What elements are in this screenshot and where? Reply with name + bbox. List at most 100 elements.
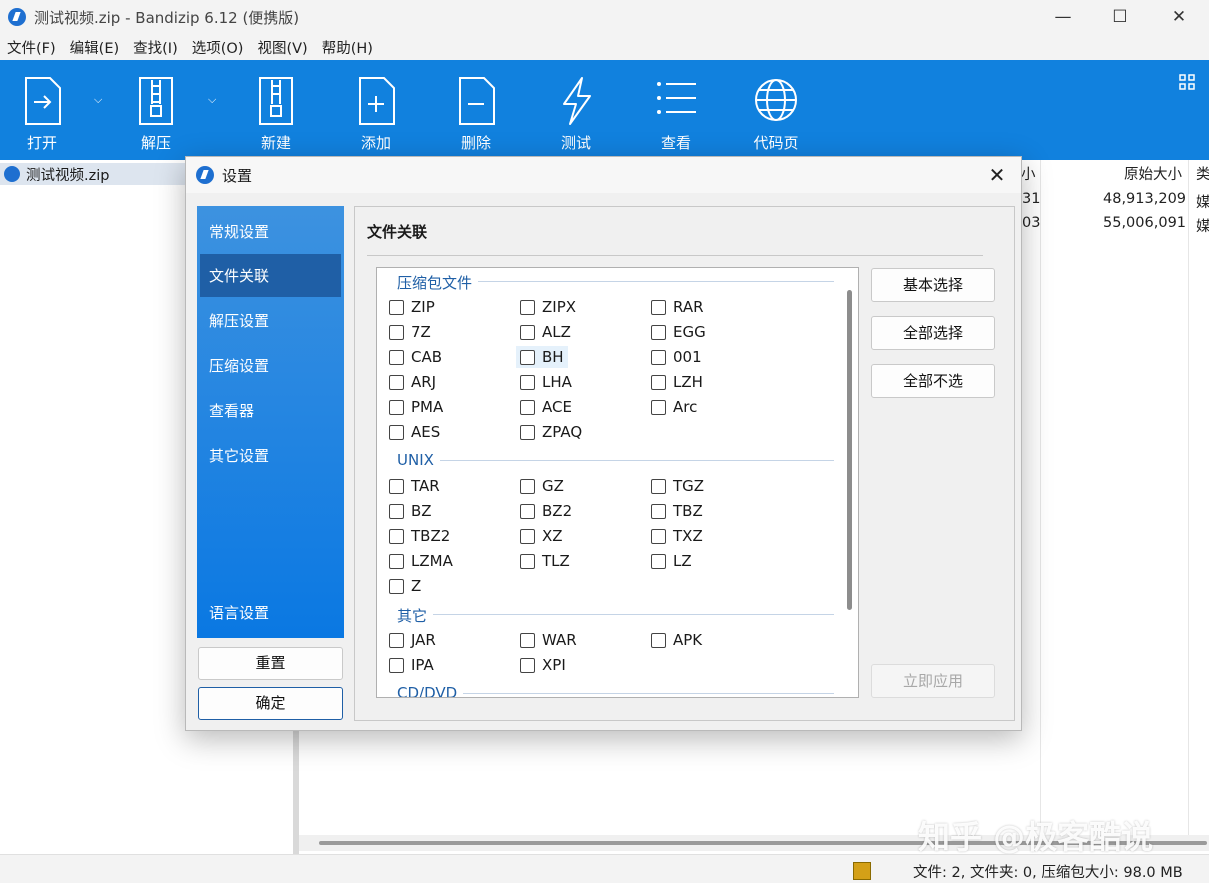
minimize-button[interactable]: — <box>1034 0 1092 34</box>
codepage-button[interactable]: 代码页 <box>736 60 816 160</box>
menu-view[interactable]: 视图(V) <box>250 37 314 58</box>
checkbox-box[interactable] <box>389 399 404 415</box>
add-button[interactable]: 添加 <box>336 60 416 160</box>
checkbox-arc[interactable]: Arc <box>651 396 697 418</box>
checkbox-tgz[interactable]: TGZ <box>651 475 704 497</box>
checkbox-box[interactable] <box>520 503 535 519</box>
checkbox-box[interactable] <box>389 503 404 519</box>
checkbox-rar[interactable]: RAR <box>651 296 704 318</box>
select-none-button[interactable]: 全部不选 <box>871 364 995 398</box>
select-all-button[interactable]: 全部选择 <box>871 316 995 350</box>
checkbox-box[interactable] <box>389 299 404 315</box>
checkbox-box[interactable] <box>520 324 535 340</box>
nav-compress[interactable]: 压缩设置 <box>200 344 341 387</box>
checkbox-box[interactable] <box>389 374 404 390</box>
open-button[interactable]: 打开 <box>2 60 82 160</box>
checkbox-egg[interactable]: EGG <box>651 321 706 343</box>
checkbox-box[interactable] <box>520 374 535 390</box>
checkbox-xz[interactable]: XZ <box>520 525 563 547</box>
checkbox-tlz[interactable]: TLZ <box>520 550 570 572</box>
checkbox-arj[interactable]: ARJ <box>389 371 436 393</box>
checkbox-cab[interactable]: CAB <box>389 346 442 368</box>
checkbox-box[interactable] <box>520 399 535 415</box>
nav-file-association[interactable]: 文件关联 <box>200 254 341 297</box>
nav-language[interactable]: 语言设置 <box>200 591 341 634</box>
layout-grid-icon[interactable] <box>1179 74 1195 90</box>
list-scrollbar[interactable] <box>847 290 852 610</box>
checkbox-zpaq[interactable]: ZPAQ <box>520 421 582 443</box>
checkbox-tbz[interactable]: TBZ <box>651 500 703 522</box>
menu-options[interactable]: 选项(O) <box>185 37 251 58</box>
checkbox-zip[interactable]: ZIP <box>389 296 435 318</box>
column-header-size[interactable]: 小 <box>1021 163 1036 187</box>
ok-button[interactable]: 确定 <box>198 687 343 720</box>
checkbox-pma[interactable]: PMA <box>389 396 443 418</box>
checkbox-lzma[interactable]: LZMA <box>389 550 453 572</box>
checkbox-z[interactable]: Z <box>389 575 421 597</box>
checkbox-lha[interactable]: LHA <box>520 371 572 393</box>
nav-viewer[interactable]: 查看器 <box>200 389 341 432</box>
checkbox-xpi[interactable]: XPI <box>520 654 566 676</box>
checkbox-box[interactable] <box>389 553 404 569</box>
checkbox-box[interactable] <box>389 657 404 673</box>
checkbox-box[interactable] <box>520 632 535 648</box>
checkbox-box[interactable] <box>651 503 666 519</box>
checkbox-box[interactable] <box>389 578 404 594</box>
column-header-original-size[interactable]: 原始大小 <box>1124 163 1182 187</box>
checkbox-tbz2[interactable]: TBZ2 <box>389 525 450 547</box>
checkbox-001[interactable]: 001 <box>651 346 702 368</box>
checkbox-box[interactable] <box>520 553 535 569</box>
extract-dropdown-chevron-icon[interactable]: ⌵ <box>208 93 216 107</box>
checkbox-aes[interactable]: AES <box>389 421 440 443</box>
delete-button[interactable]: 删除 <box>436 60 516 160</box>
checkbox-alz[interactable]: ALZ <box>520 321 571 343</box>
new-button[interactable]: 新建 <box>236 60 316 160</box>
maximize-button[interactable]: ☐ <box>1091 0 1149 34</box>
checkbox-txz[interactable]: TXZ <box>651 525 703 547</box>
checkbox-tar[interactable]: TAR <box>389 475 440 497</box>
checkbox-bz[interactable]: BZ <box>389 500 432 522</box>
checkbox-ace[interactable]: ACE <box>520 396 572 418</box>
checkbox-ipa[interactable]: IPA <box>389 654 434 676</box>
checkbox-box[interactable] <box>389 349 404 365</box>
checkbox-box[interactable] <box>520 528 535 544</box>
menu-help[interactable]: 帮助(H) <box>315 37 380 58</box>
menu-edit[interactable]: 编辑(E) <box>63 37 126 58</box>
open-dropdown-chevron-icon[interactable]: ⌵ <box>94 93 102 107</box>
dialog-close-icon[interactable]: ✕ <box>983 161 1011 189</box>
view-button[interactable]: 查看 <box>636 60 716 160</box>
test-button[interactable]: 测试 <box>536 60 616 160</box>
checkbox-box[interactable] <box>651 374 666 390</box>
menu-find[interactable]: 查找(I) <box>126 37 185 58</box>
checkbox-lz[interactable]: LZ <box>651 550 692 572</box>
checkbox-apk[interactable]: APK <box>651 629 702 651</box>
file-type-list[interactable]: 压缩包文件 ZIP ZIPX RAR 7Z ALZ EGG CAB BH 001… <box>376 267 859 698</box>
checkbox-jar[interactable]: JAR <box>389 629 436 651</box>
checkbox-box[interactable] <box>520 349 535 365</box>
checkbox-box[interactable] <box>651 528 666 544</box>
basic-select-button[interactable]: 基本选择 <box>871 268 995 302</box>
menu-file[interactable]: 文件(F) <box>0 37 63 58</box>
checkbox-box[interactable] <box>520 478 535 494</box>
checkbox-box[interactable] <box>389 632 404 648</box>
close-window-button[interactable]: ✕ <box>1150 0 1208 34</box>
checkbox-war[interactable]: WAR <box>520 629 577 651</box>
checkbox-box[interactable] <box>651 553 666 569</box>
checkbox-box[interactable] <box>389 478 404 494</box>
column-header-type[interactable]: 类 <box>1196 163 1209 187</box>
checkbox-box[interactable] <box>520 299 535 315</box>
apply-now-button[interactable]: 立即应用 <box>871 664 995 698</box>
checkbox-box[interactable] <box>651 399 666 415</box>
nav-extract[interactable]: 解压设置 <box>200 299 341 342</box>
checkbox-box[interactable] <box>389 528 404 544</box>
checkbox-box[interactable] <box>651 632 666 648</box>
nav-general[interactable]: 常规设置 <box>200 210 341 253</box>
checkbox-box[interactable] <box>651 324 666 340</box>
checkbox-lzh[interactable]: LZH <box>651 371 703 393</box>
checkbox-box[interactable] <box>651 478 666 494</box>
checkbox-box[interactable] <box>520 657 535 673</box>
nav-other[interactable]: 其它设置 <box>200 434 341 477</box>
extract-button[interactable]: 解压 <box>116 60 196 160</box>
reset-button[interactable]: 重置 <box>198 647 343 680</box>
checkbox-box[interactable] <box>651 349 666 365</box>
